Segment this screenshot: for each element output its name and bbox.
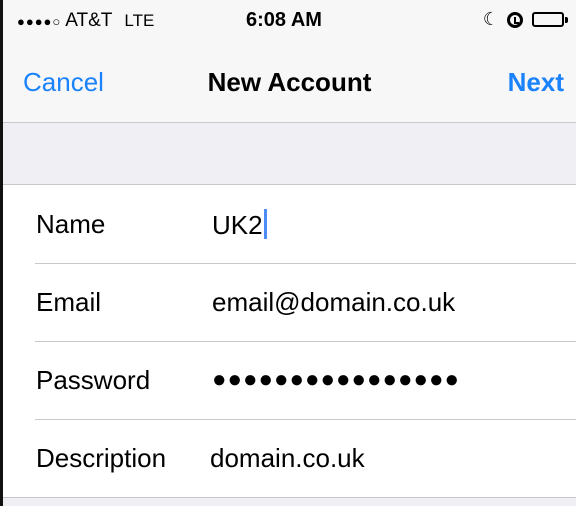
text-cursor: [263, 209, 267, 239]
name-label: Name: [36, 209, 106, 239]
navigation-bar: Cancel New Account Next: [3, 40, 576, 123]
moon-icon: ☾: [482, 9, 499, 29]
status-right: ☾: [482, 9, 568, 30]
form-row-description[interactable]: Description domain.co.uk: [3, 419, 576, 497]
name-field-value: UK2: [212, 210, 263, 240]
form-row-name[interactable]: Name UK2: [3, 185, 576, 263]
status-bar: ●●●●○ AT&T LTE 6:08 AM ☾: [3, 0, 576, 40]
carrier-name: AT&T: [65, 10, 113, 31]
name-field[interactable]: UK2: [212, 209, 267, 241]
form-row-password[interactable]: Password ●●●●●●●●●●●●●●●●: [3, 341, 576, 419]
email-field[interactable]: email@domain.co.uk: [212, 287, 455, 318]
status-time: 6:08 AM: [246, 9, 322, 31]
page-title: New Account: [207, 67, 372, 97]
network-type: LTE: [124, 11, 155, 30]
alarm-icon: [507, 11, 523, 28]
battery-icon: [532, 12, 568, 27]
email-label: Email: [36, 287, 102, 317]
description-label: Description: [36, 443, 167, 473]
signal-strength-icon: ●●●●○: [17, 13, 62, 29]
form-row-email[interactable]: Email email@domain.co.uk: [3, 263, 576, 341]
status-left: ●●●●○ AT&T LTE: [17, 10, 154, 32]
phone-screen: ●●●●○ AT&T LTE 6:08 AM ☾ Cancel New Acco…: [0, 0, 576, 506]
password-label: Password: [36, 365, 151, 395]
password-field[interactable]: ●●●●●●●●●●●●●●●●: [212, 366, 460, 394]
account-form: Name UK2 Email email@domain.co.uk Passwo…: [3, 184, 576, 498]
next-button[interactable]: Next: [508, 67, 564, 98]
description-field[interactable]: domain.co.uk: [210, 443, 365, 474]
